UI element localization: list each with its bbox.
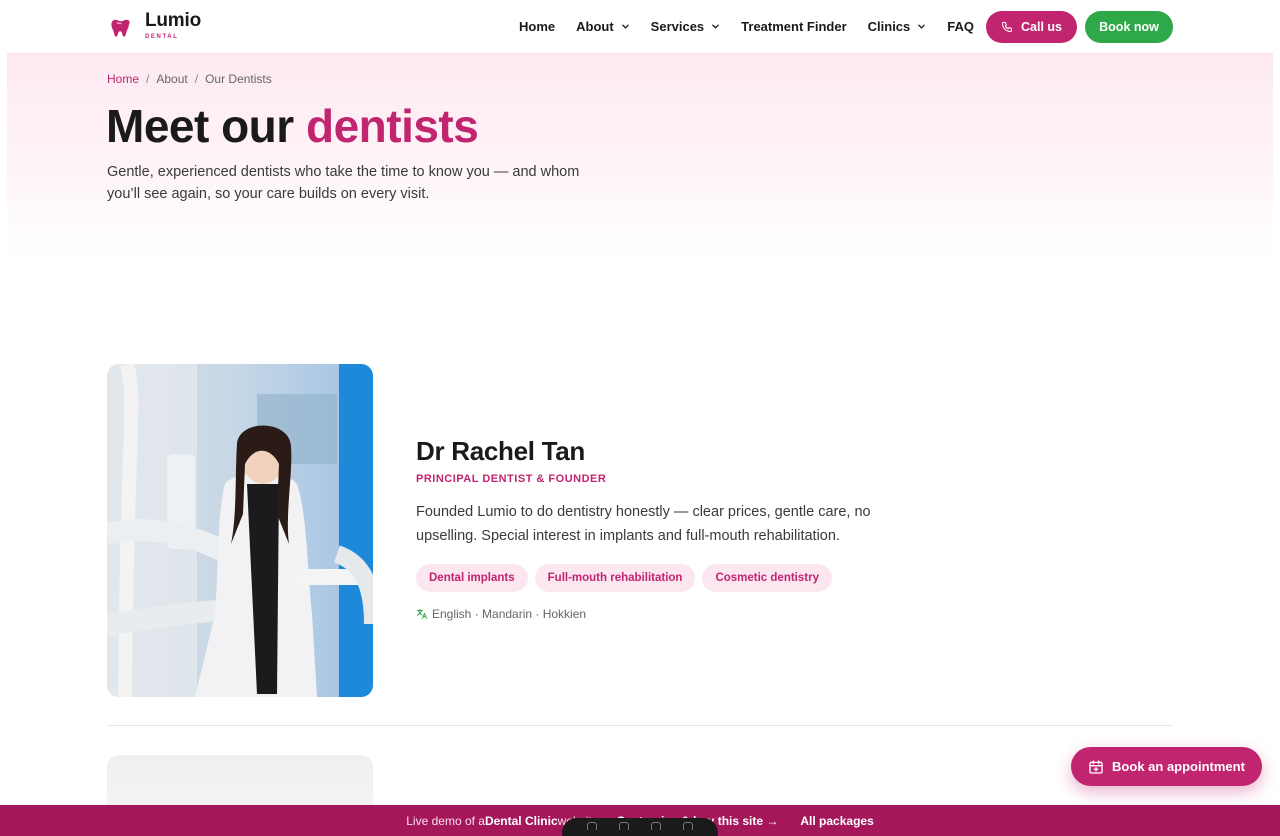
specialty-tags: Dental implants Full-mouth rehabilitatio… [416, 564, 839, 592]
chevron-down-icon [918, 24, 926, 29]
site-header: Lumio DENTAL Home About Services Treatme… [7, 0, 1273, 53]
calendar-plus-icon [1089, 759, 1103, 774]
book-now-label: Book now [1099, 20, 1159, 34]
brand-name: Lumio [145, 10, 201, 31]
demo-site-type: Dental Clinic [484, 813, 558, 828]
dentist-name: Dr Rachel Tan [416, 436, 585, 466]
nav-clinics[interactable]: Clinics [868, 19, 927, 34]
breadcrumb-about[interactable]: About [156, 72, 187, 86]
book-appointment-button[interactable]: Book an appointment [1071, 747, 1262, 786]
call-us-button[interactable]: Call us [986, 11, 1077, 43]
nav-home-label: Home [519, 19, 556, 34]
nav-treatment-finder[interactable]: Treatment Finder [741, 19, 846, 34]
nav-about[interactable]: About [576, 19, 630, 34]
dentist-photo [107, 364, 373, 697]
breadcrumb-current: Our Dentists [205, 72, 272, 86]
page-title: Meet our dentists [106, 98, 479, 154]
toolbar-icon[interactable] [619, 822, 629, 830]
tooth-logo-icon [111, 19, 130, 37]
book-now-button[interactable]: Book now [1085, 11, 1173, 43]
main-nav: Home About Services Treatment Finder Cli… [519, 0, 995, 53]
page-title-start: Meet our [106, 100, 306, 152]
nav-faq[interactable]: FAQ [947, 19, 974, 34]
page-title-accent: dentists [305, 100, 479, 152]
breadcrumb-home[interactable]: Home [107, 72, 139, 86]
specialty-tag: Full-mouth rehabilitation [534, 564, 696, 592]
all-packages-link[interactable]: All packages [800, 814, 873, 828]
nav-treatment-finder-label: Treatment Finder [741, 19, 847, 34]
brand-subtitle: DENTAL [145, 34, 179, 40]
toolbar-icon[interactable] [587, 822, 597, 830]
dentist-languages: English · Mandarin · Hokkien [416, 607, 586, 621]
nav-about-label: About [576, 19, 614, 34]
languages-text: English · Mandarin · Hokkien [432, 607, 587, 621]
section-divider [107, 725, 1173, 726]
call-us-label: Call us [1021, 20, 1062, 34]
breadcrumb: Home / About / Our Dentists [107, 72, 272, 86]
toolbar-icon[interactable] [683, 822, 693, 830]
nav-services-label: Services [650, 19, 705, 34]
phone-icon [1002, 22, 1012, 32]
dentist-role: PRINCIPAL DENTIST & FOUNDER [416, 473, 607, 485]
page-subtitle: Gentle, experienced dentists who take th… [107, 164, 580, 202]
specialty-tag: Cosmetic dentistry [702, 564, 832, 592]
brand-logo[interactable]: Lumio DENTAL [110, 11, 201, 40]
book-appointment-label: Book an appointment [1112, 759, 1245, 774]
dentist-photo-image [107, 364, 373, 697]
demo-toolbar[interactable] [562, 818, 718, 836]
toolbar-icon[interactable] [651, 822, 661, 830]
chevron-down-icon [621, 24, 629, 29]
translate-icon [417, 609, 427, 619]
nav-services[interactable]: Services [651, 19, 721, 34]
demo-prefix: Live demo of a [406, 813, 485, 828]
nav-clinics-label: Clinics [867, 19, 911, 34]
nav-home[interactable]: Home [519, 19, 555, 34]
specialty-tag: Dental implants [416, 564, 528, 592]
breadcrumb-separator: / [194, 72, 199, 86]
breadcrumb-separator: / [146, 72, 150, 86]
chevron-down-icon [712, 24, 720, 29]
dentist-bio: Founded Lumio to do dentistry honestly —… [416, 504, 871, 544]
nav-faq-label: FAQ [947, 19, 974, 34]
